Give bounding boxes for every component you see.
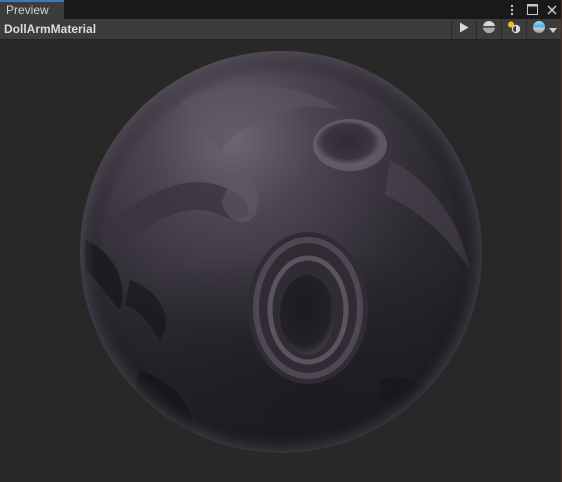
- chevron-down-icon: [549, 20, 557, 38]
- tab-preview[interactable]: Preview: [0, 0, 64, 19]
- material-preview-sphere: [80, 51, 482, 453]
- preview-window: Preview DollArmMaterial: [0, 0, 562, 482]
- light-toggle-icon: [506, 20, 522, 39]
- window-controls: [506, 0, 558, 19]
- vertical-ellipsis-icon[interactable]: [506, 3, 518, 17]
- play-icon: [459, 20, 469, 38]
- material-name-label: DollArmMaterial: [4, 22, 97, 36]
- preview-tool-buttons: [451, 19, 562, 39]
- tab-strip: Preview: [0, 0, 562, 19]
- maximize-icon[interactable]: [526, 3, 538, 17]
- preview-mesh-button[interactable]: [476, 19, 501, 39]
- close-icon[interactable]: [546, 3, 558, 17]
- material-preview-viewport[interactable]: [0, 40, 562, 482]
- sphere-mesh-icon: [482, 20, 496, 39]
- tab-preview-label: Preview: [6, 3, 49, 17]
- background-sphere-icon: [532, 20, 546, 39]
- preview-toolbar: DollArmMaterial: [0, 19, 562, 40]
- lighting-toggle-button[interactable]: [501, 19, 526, 39]
- background-dropdown-button[interactable]: [526, 19, 562, 39]
- play-button[interactable]: [451, 19, 476, 39]
